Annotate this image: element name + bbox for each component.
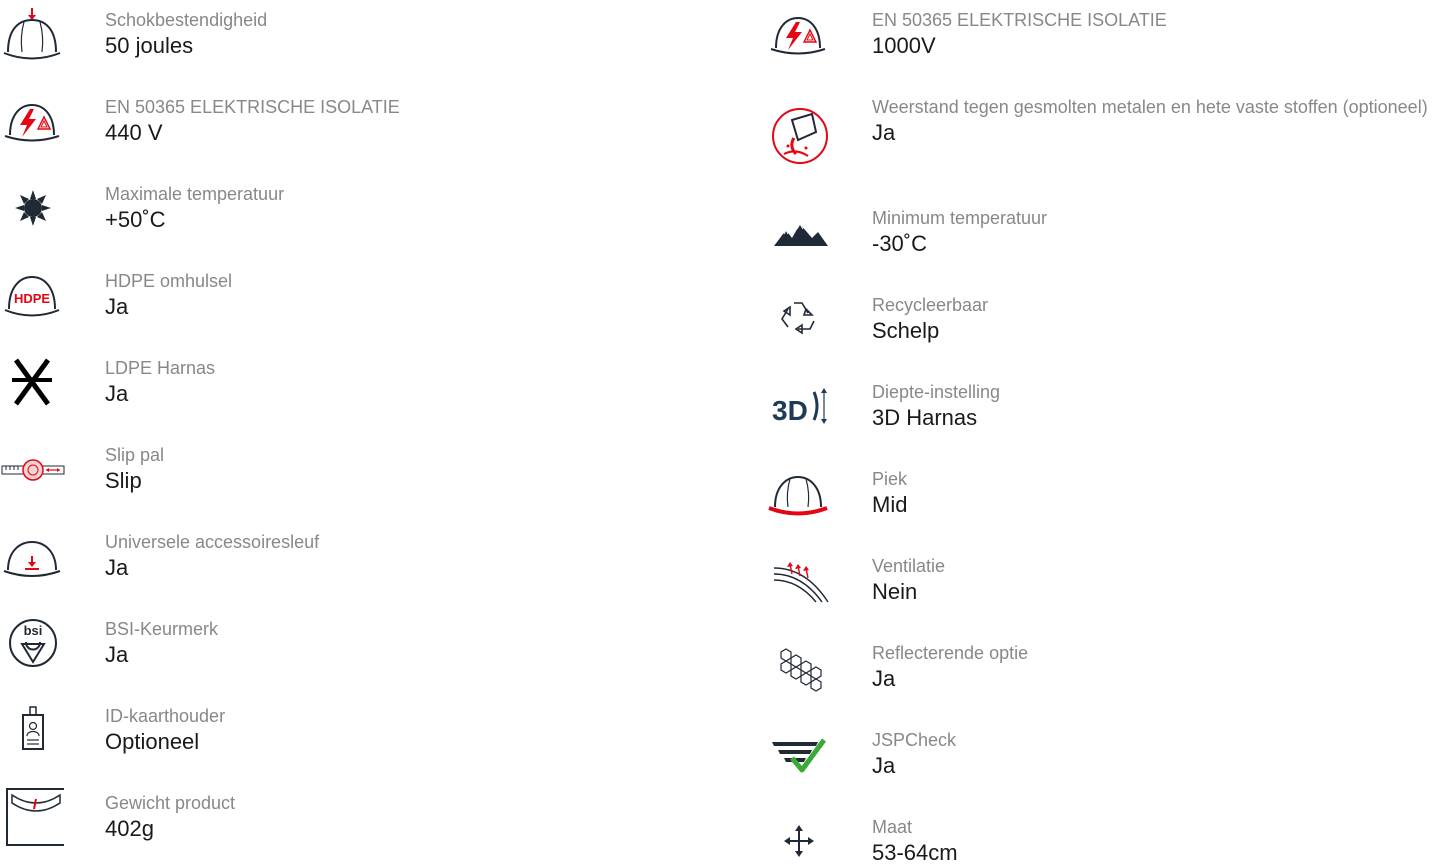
spec-label: Piek: [872, 469, 908, 489]
spec-item: Gewicht product 402g: [0, 788, 720, 846]
spec-value: Schelp: [872, 318, 940, 343]
helmet-hdpe-icon: HDPE: [0, 269, 70, 321]
spec-value: Nein: [872, 579, 918, 604]
3d-icon-text: 3D: [772, 395, 808, 426]
spec-label: EN 50365 ELEKTRISCHE ISOLATIE: [872, 10, 1167, 30]
spec-label: EN 50365 ELEKTRISCHE ISOLATIE: [105, 97, 400, 117]
helmet-electrical-icon: [766, 8, 836, 60]
spec-item: Schokbestendigheid 50 joules: [0, 8, 720, 60]
spec-value: Ja: [872, 753, 896, 778]
spec-label: Maat: [872, 817, 913, 837]
spec-value: 402g: [105, 816, 154, 841]
helmet-peak-icon: [766, 467, 836, 519]
spec-label: Slip pal: [105, 445, 165, 465]
spec-value: Slip: [105, 468, 142, 493]
spec-item: Weerstand tegen gesmolten metalen en het…: [766, 95, 1440, 175]
helmet-electrical-icon: [0, 95, 70, 147]
spec-label: Weerstand tegen gesmolten metalen en het…: [872, 97, 1428, 117]
spec-item: ID-kaarthouder Optioneel: [0, 704, 720, 756]
spec-item: EN 50365 ELEKTRISCHE ISOLATIE 1000V: [766, 8, 1440, 60]
spec-item: Minimum temperatuur -30˚C: [766, 206, 1440, 258]
harness-icon: [0, 356, 70, 408]
spec-value: +50˚C: [105, 207, 166, 232]
helmet-accessory-slot-icon: [0, 530, 70, 582]
spec-value: 53-64cm: [872, 840, 958, 865]
spec-label: Ventilatie: [872, 556, 946, 576]
mountains-icon: [766, 206, 836, 258]
spec-item: Recycleerbaar Schelp: [766, 293, 1440, 345]
spec-value: 50 joules: [105, 33, 194, 58]
spec-item: Maximale temperatuur +50˚C: [0, 182, 720, 234]
spec-item: LDPE Harnas Ja: [0, 356, 720, 408]
jspcheck-icon: [766, 728, 836, 780]
spec-label: Maximale temperatuur: [105, 184, 285, 204]
weight-scale-icon: [0, 788, 70, 846]
spec-label: Universele accessoiresleuf: [105, 532, 320, 552]
spec-item: JSPCheck Ja: [766, 728, 1440, 780]
ventilation-icon: [766, 554, 836, 606]
spec-value: Ja: [872, 666, 896, 691]
spec-label: Gewicht product: [105, 793, 236, 813]
spec-label: Diepte-instelling: [872, 382, 1001, 402]
spec-item: Universele accessoiresleuf Ja: [0, 530, 720, 582]
bsi-kitemark-icon: bsi: [0, 617, 70, 669]
spec-value: Ja: [105, 555, 129, 580]
spec-item: bsi BSI-Keurmerk Ja: [0, 617, 720, 669]
reflective-hexagon-icon: [766, 641, 836, 693]
spec-label: Minimum temperatuur: [872, 208, 1048, 228]
sun-icon: [0, 182, 70, 234]
spec-item: Piek Mid: [766, 467, 1440, 519]
spec-item: Ventilatie Nein: [766, 554, 1440, 606]
spec-value: 1000V: [872, 33, 936, 58]
spec-value: Optioneel: [105, 729, 200, 754]
spec-label: LDPE Harnas: [105, 358, 216, 378]
move-arrows-icon: [766, 815, 836, 867]
spec-item: Maat 53-64cm: [766, 815, 1440, 867]
molten-metal-icon: [766, 95, 836, 175]
spec-value: Ja: [105, 294, 129, 319]
spec-value: Mid: [872, 492, 908, 517]
spec-label: Schokbestendigheid: [105, 10, 268, 30]
product-spec-page: Schokbestendigheid 50 joules EN 50365 EL…: [0, 0, 1440, 868]
spec-label: Reflecterende optie: [872, 643, 1029, 663]
3d-depth-icon: 3D: [766, 380, 836, 432]
spec-item: Slip pal Slip: [0, 443, 720, 495]
spec-label: HDPE omhulsel: [105, 271, 233, 291]
spec-value: Ja: [105, 381, 129, 406]
spec-item: EN 50365 ELEKTRISCHE ISOLATIE 440 V: [0, 95, 720, 147]
spec-value: 3D Harnas: [872, 405, 978, 430]
spec-value: -30˚C: [872, 231, 928, 256]
spec-value: 440 V: [105, 120, 163, 145]
spec-item: Reflecterende optie Ja: [766, 641, 1440, 693]
slip-ratchet-icon: [0, 443, 70, 495]
spec-value: Ja: [105, 642, 129, 667]
spec-label: JSPCheck: [872, 730, 957, 750]
helmet-impact-icon: [0, 8, 70, 60]
spec-label: BSI-Keurmerk: [105, 619, 219, 639]
spec-label: Recycleerbaar: [872, 295, 989, 315]
spec-item: HDPE HDPE omhulsel Ja: [0, 269, 720, 321]
id-card-holder-icon: [0, 704, 70, 756]
spec-label: ID-kaarthouder: [105, 706, 226, 726]
spec-item: 3D Diepte-instelling 3D Harnas: [766, 380, 1440, 432]
bsi-icon-text: bsi: [24, 623, 43, 638]
spec-value: Ja: [872, 120, 896, 145]
recycle-icon: [766, 293, 836, 345]
hdpe-icon-text: HDPE: [14, 291, 50, 306]
